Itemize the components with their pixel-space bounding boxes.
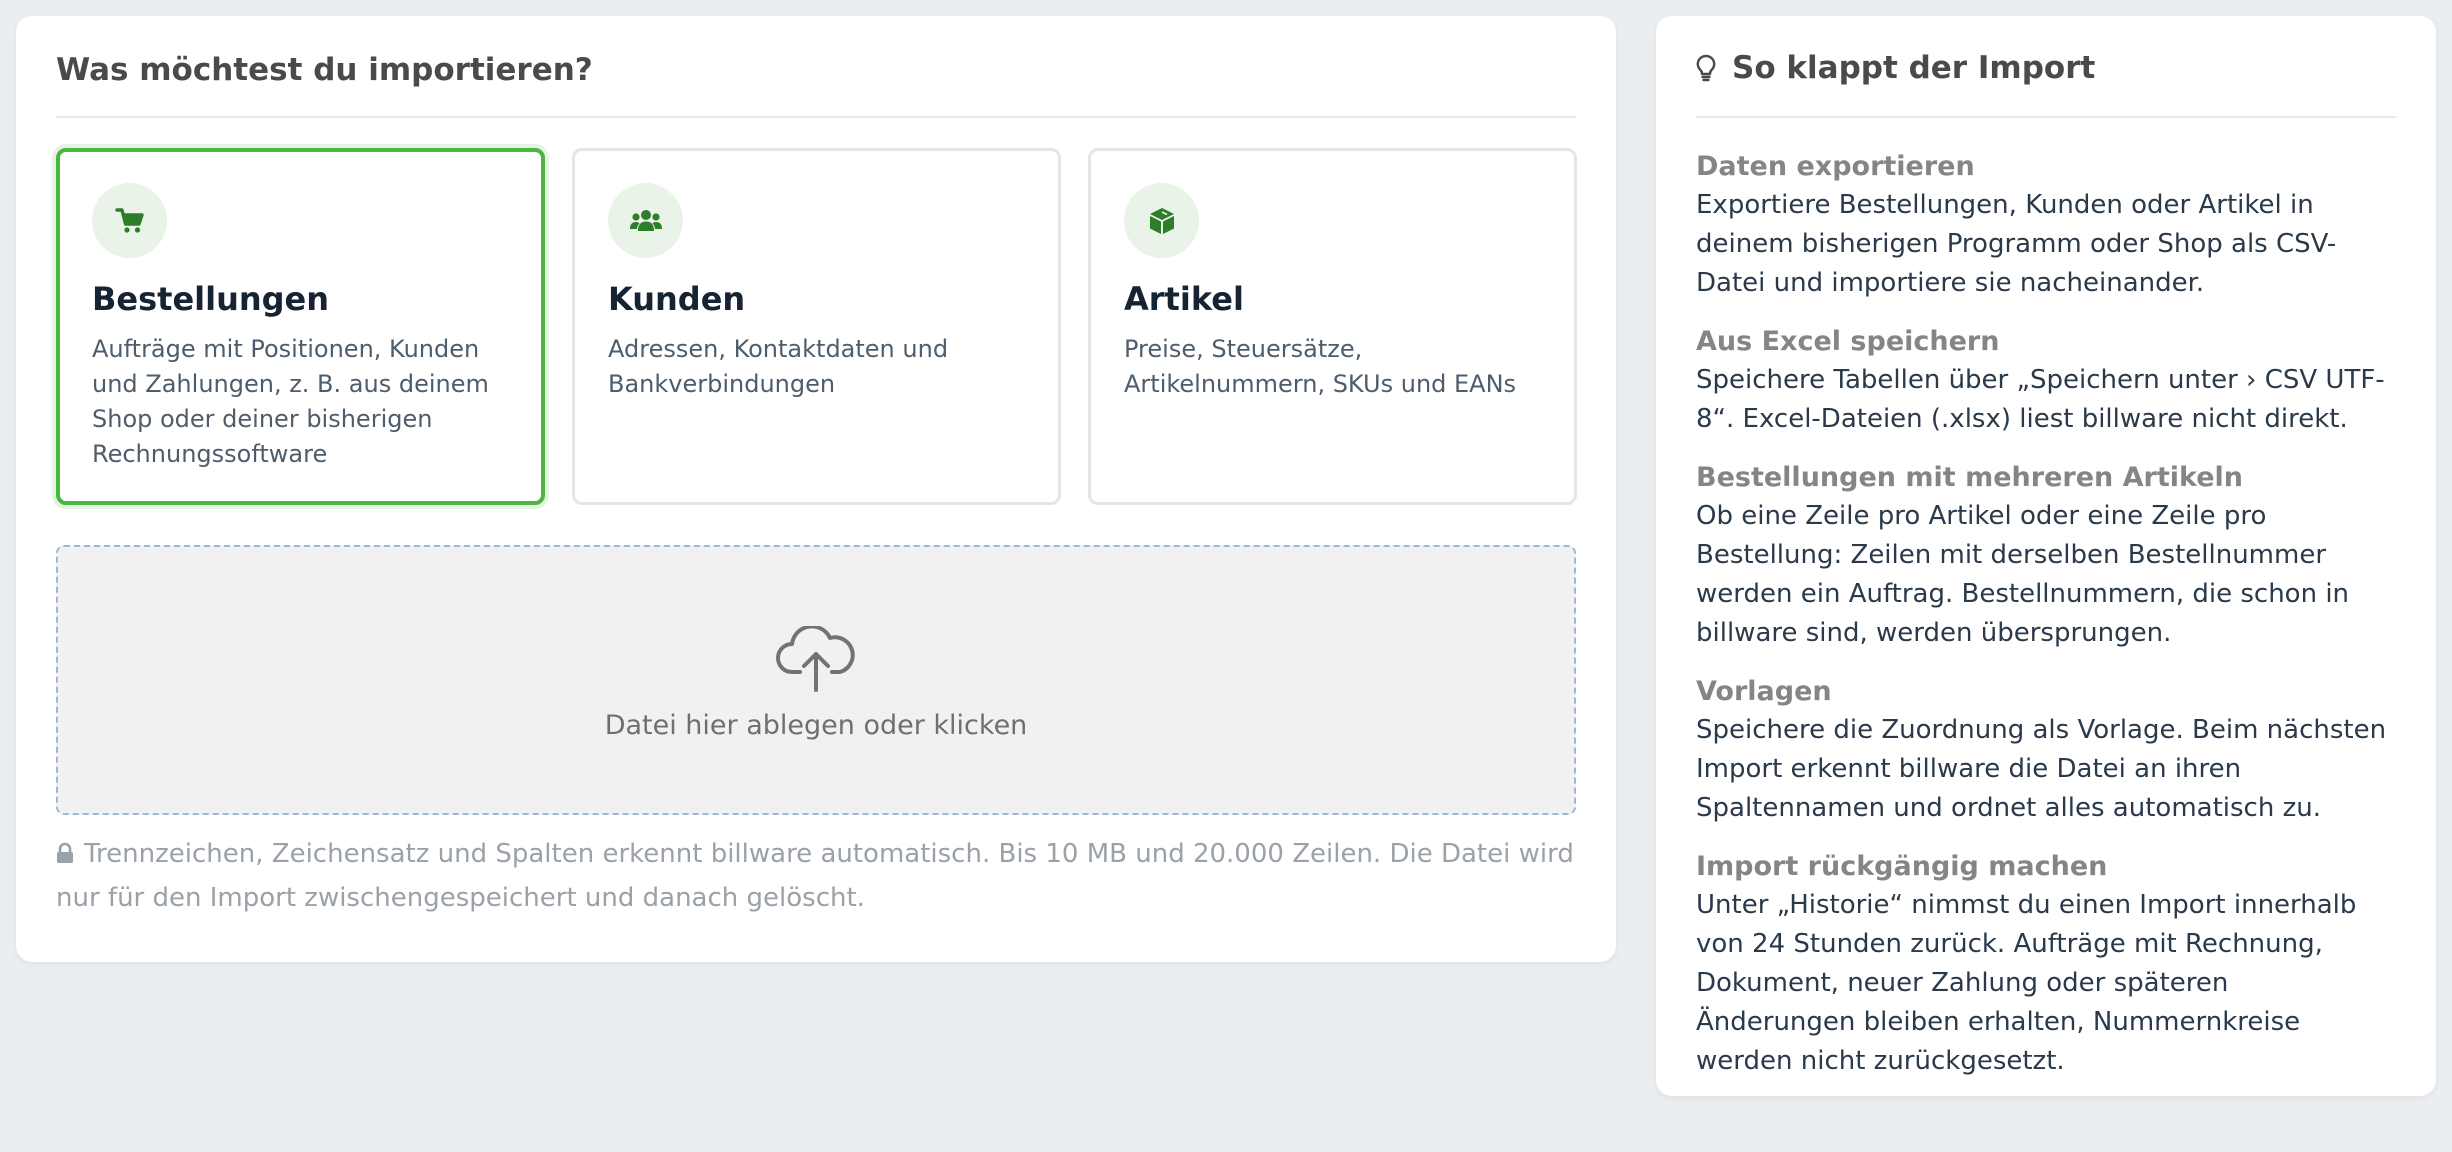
import-type-orders-description: Aufträge mit Positionen, Kunden und Zahl…: [92, 335, 489, 468]
help-step: Bestellungen mit mehreren Artikeln Ob ei…: [1696, 459, 2396, 653]
import-type-articles-title: Artikel: [1124, 280, 1244, 318]
help-step: Vorlagen Speichere die Zuordnung als Vor…: [1696, 673, 2396, 828]
import-type-articles-description: Preise, Steuersätze, Artikelnummern, SKU…: [1124, 335, 1517, 398]
cart-icon: [92, 183, 167, 258]
import-type-customers-description: Adressen, Kontaktdaten und Bankverbindun…: [608, 335, 949, 398]
import-type-options: Bestellungen Aufträge mit Positionen, Ku…: [56, 148, 1577, 505]
import-type-orders-title: Bestellungen: [92, 280, 330, 318]
help-step-text: Unter „Historie“ nimmst du einen Import …: [1696, 890, 2357, 1076]
import-hint-text: Trennzeichen, Zeichensatz und Spalten er…: [56, 839, 1574, 913]
dropzone-label: Datei hier ablegen oder klicken: [604, 709, 1028, 741]
help-step-title: Aus Excel speichern: [1696, 326, 2000, 357]
box-icon: [1124, 183, 1199, 258]
import-hint-note: Trennzeichen, Zeichensatz und Spalten er…: [56, 833, 1576, 919]
users-icon: [608, 183, 683, 258]
import-help-card: So klappt der Import Daten exportieren E…: [1656, 16, 2436, 1096]
help-step-title: Vorlagen: [1696, 676, 1832, 707]
help-step-text: Speichere die Zuordnung als Vorlage. Bei…: [1696, 715, 2387, 823]
import-type-title: Was möchtest du importieren?: [56, 16, 1576, 118]
import-help-steps: Daten exportieren Exportiere Bestellunge…: [1696, 118, 2396, 1081]
import-type-card: Was möchtest du importieren? Bestellunge…: [16, 16, 1616, 962]
lock-icon: [56, 835, 74, 877]
help-step-text: Speichere Tabellen über „Speichern unter…: [1696, 365, 2385, 434]
import-help-header: So klappt der Import: [1696, 16, 2396, 118]
file-dropzone[interactable]: Datei hier ablegen oder klicken: [56, 545, 1576, 815]
import-type-articles[interactable]: Artikel Preise, Steuersätze, Artikelnumm…: [1088, 148, 1577, 505]
help-step: Daten exportieren Exportiere Bestellunge…: [1696, 148, 2396, 303]
help-step-title: Bestellungen mit mehreren Artikeln: [1696, 462, 2244, 493]
import-help-title: So klappt der Import: [1732, 50, 2096, 86]
help-step-title: Daten exportieren: [1696, 151, 1975, 182]
help-step: Import rückgängig machen Unter „Historie…: [1696, 848, 2396, 1081]
help-step-text: Ob eine Zeile pro Artikel oder eine Zeil…: [1696, 501, 2350, 648]
import-type-customers[interactable]: Kunden Adressen, Kontaktdaten und Bankve…: [572, 148, 1061, 505]
import-type-orders[interactable]: Bestellungen Aufträge mit Positionen, Ku…: [56, 148, 545, 505]
help-step-text: Exportiere Bestellungen, Kunden oder Art…: [1696, 190, 2337, 298]
lightbulb-icon: [1696, 54, 1716, 82]
help-step: Aus Excel speichern Speichere Tabellen ü…: [1696, 323, 2396, 439]
help-step-title: Import rückgängig machen: [1696, 851, 2108, 882]
import-type-customers-title: Kunden: [608, 280, 746, 318]
cloud-upload-icon: [774, 623, 858, 696]
